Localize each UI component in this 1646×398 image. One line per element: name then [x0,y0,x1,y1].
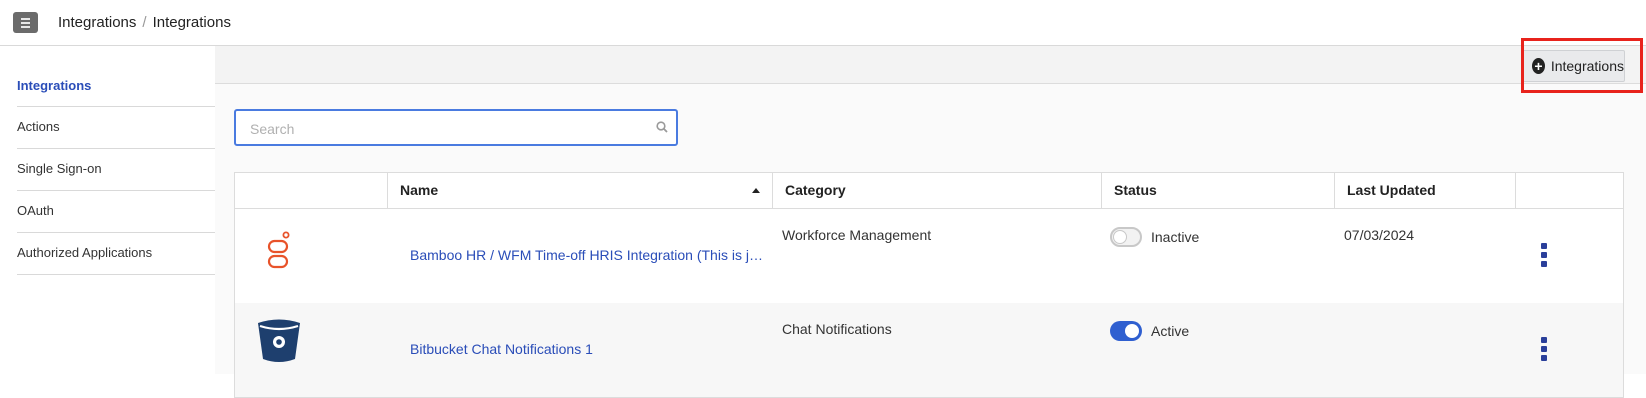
integration-name-link[interactable]: Bitbucket Chat Notifications 1 [410,341,765,357]
search-input[interactable] [236,111,632,146]
row-logo-cell [235,303,388,397]
row-logo-cell [235,209,388,303]
last-updated-value: 07/03/2024 [1344,227,1415,243]
column-header-category[interactable]: Category [773,173,1102,208]
row-updated-cell [1335,303,1516,397]
add-integration-label: Integrations [1550,58,1624,74]
sidebar-item-integrations[interactable]: Integrations [17,60,215,107]
row-category-cell: Workforce Management [773,209,1102,303]
breadcrumb-separator: / [142,14,147,31]
column-header-name[interactable]: Name [388,173,773,208]
hamburger-icon[interactable] [13,12,38,33]
row-category-cell: Chat Notifications [773,303,1102,397]
sidebar-item-actions[interactable]: Actions [17,107,215,149]
table-row: Bitbucket Chat Notifications 1 Chat Noti… [235,303,1623,397]
action-bar: + Integrations [215,46,1646,84]
column-header-last-updated[interactable]: Last Updated [1335,173,1516,208]
column-header-actions [1516,173,1623,208]
status-label: Inactive [1151,229,1200,245]
integration-category: Chat Notifications [782,321,892,337]
sidebar-nav: Integrations Actions Single Sign-on OAut… [17,60,215,275]
more-options-icon[interactable] [1541,337,1547,361]
bitbucket-logo-icon [258,319,300,362]
more-options-icon[interactable] [1541,243,1547,267]
sidebar-item-authorized-applications[interactable]: Authorized Applications [17,233,215,275]
search-box [234,109,678,146]
column-header-logo [235,173,388,208]
column-header-status[interactable]: Status [1102,173,1335,208]
row-actions-cell [1516,209,1623,303]
sort-ascending-icon [752,188,760,193]
status-toggle[interactable] [1110,227,1142,247]
status-toggle[interactable] [1110,321,1142,341]
integration-name-link[interactable]: Bamboo HR / WFM Time-off HRIS Integratio… [410,247,765,263]
breadcrumb: Integrations / Integrations [58,14,231,31]
add-integration-button[interactable]: + Integrations [1521,50,1625,82]
integrations-table: Name Category Status Last Updated Bamboo… [234,172,1624,398]
row-updated-cell: 07/03/2024 [1335,209,1516,303]
breadcrumb-item-current: Integrations [152,14,231,31]
row-name-cell: Bamboo HR / WFM Time-off HRIS Integratio… [388,209,773,303]
sidebar-item-oauth[interactable]: OAuth [17,191,215,233]
main-content: + Integrations Name Category Status Last… [215,46,1646,398]
table-header: Name Category Status Last Updated [235,173,1623,209]
integration-category: Workforce Management [782,227,932,243]
plus-circle-icon: + [1532,58,1545,74]
row-status-cell: Active [1102,303,1335,397]
row-actions-cell [1516,303,1623,397]
row-name-cell: Bitbucket Chat Notifications 1 [388,303,773,397]
genesys-logo-icon [267,231,290,269]
row-status-cell: Inactive [1102,209,1335,303]
status-label: Active [1151,323,1190,339]
column-header-name-label: Name [400,182,439,198]
search-icon[interactable] [656,121,668,133]
top-bar: Integrations / Integrations [0,0,1646,46]
table-row: Bamboo HR / WFM Time-off HRIS Integratio… [235,209,1623,303]
breadcrumb-item-integrations[interactable]: Integrations [58,14,136,31]
sidebar-item-single-sign-on[interactable]: Single Sign-on [17,149,215,191]
